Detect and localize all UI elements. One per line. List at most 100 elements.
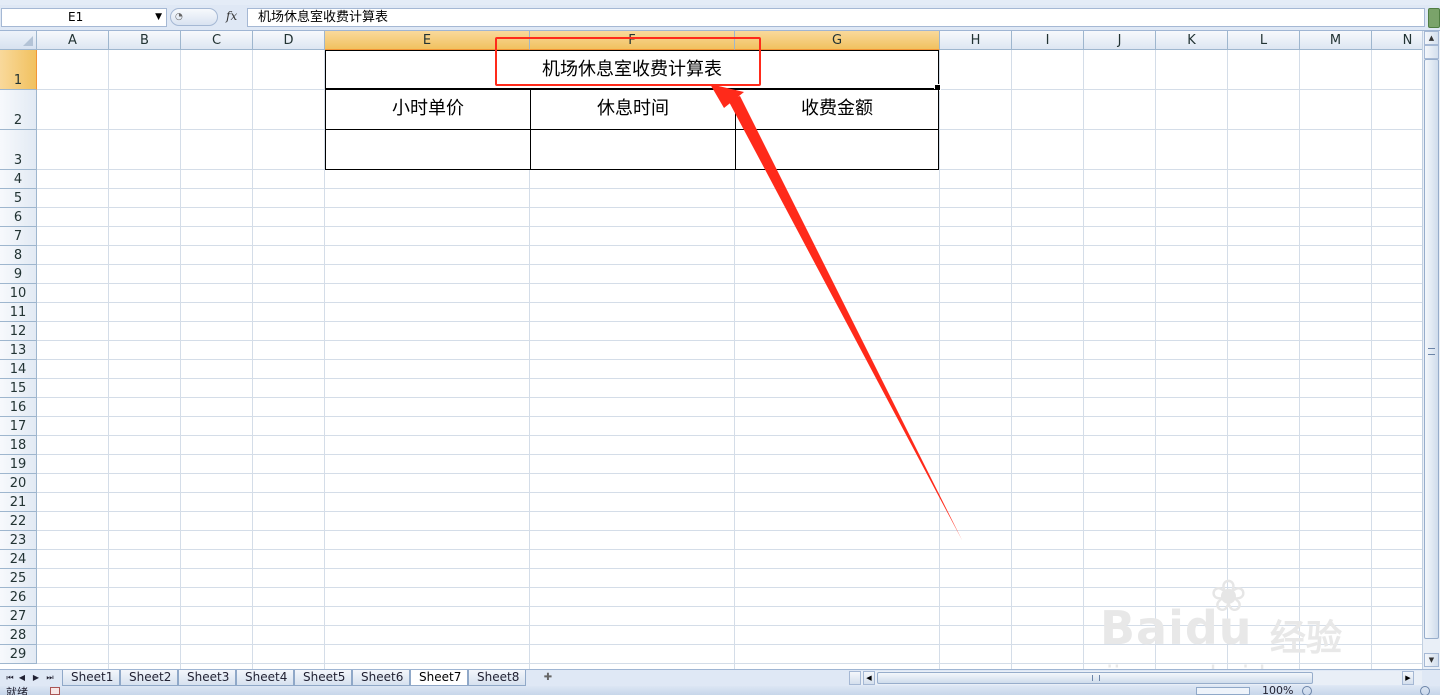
row-header-20[interactable]: 20 xyxy=(0,474,37,493)
header-cell-hourly-price[interactable]: 小时单价 xyxy=(325,89,531,130)
column-header-a[interactable]: A xyxy=(37,31,109,50)
sheet-tab-sheet2[interactable]: Sheet2 xyxy=(120,670,178,686)
column-header-c[interactable]: C xyxy=(181,31,253,50)
horizontal-scroll-thumb[interactable] xyxy=(877,672,1313,684)
row-header-27[interactable]: 27 xyxy=(0,607,37,626)
row-header-7[interactable]: 7 xyxy=(0,227,37,246)
row-header-1[interactable]: 1 xyxy=(0,50,37,90)
row-header-9[interactable]: 9 xyxy=(0,265,37,284)
watermark-cn: 经验 xyxy=(1270,618,1343,659)
vertical-scrollbar[interactable]: ▲ ▼ xyxy=(1422,31,1440,669)
row-header-22[interactable]: 22 xyxy=(0,512,37,531)
data-cell-g3[interactable] xyxy=(735,129,939,170)
row-number: 28 xyxy=(9,628,27,643)
grid-row-line xyxy=(37,397,1422,398)
tab-last-icon[interactable]: ⏭ xyxy=(44,671,56,685)
row-header-29[interactable]: 29 xyxy=(0,645,37,664)
row-header-23[interactable]: 23 xyxy=(0,531,37,550)
sheet-tab-sheet6[interactable]: Sheet6 xyxy=(352,670,410,686)
grip-icon xyxy=(1092,675,1100,681)
column-header-i[interactable]: I xyxy=(1012,31,1084,50)
expand-formula-icon[interactable]: ◔ xyxy=(170,8,218,26)
column-header-b[interactable]: B xyxy=(109,31,181,50)
row-header-12[interactable]: 12 xyxy=(0,322,37,341)
tab-first-icon[interactable]: ⏮ xyxy=(4,671,16,685)
macro-record-icon[interactable] xyxy=(50,687,60,695)
dropdown-arrow-icon[interactable]: ▼ xyxy=(155,9,162,26)
formula-input[interactable]: 机场休息室收费计算表 xyxy=(247,8,1425,27)
row-header-13[interactable]: 13 xyxy=(0,341,37,360)
scroll-down-icon[interactable]: ▼ xyxy=(1424,653,1439,667)
header-cell-fee-amount[interactable]: 收费金额 xyxy=(735,89,939,130)
grid-row-line xyxy=(37,549,1422,550)
row-number: 6 xyxy=(13,210,23,225)
row-header-16[interactable]: 16 xyxy=(0,398,37,417)
row-number: 15 xyxy=(9,381,27,396)
view-buttons[interactable] xyxy=(1196,687,1250,695)
vertical-scroll-thumb[interactable] xyxy=(1424,59,1439,639)
row-number: 13 xyxy=(9,343,27,358)
row-header-28[interactable]: 28 xyxy=(0,626,37,645)
row-header-11[interactable]: 11 xyxy=(0,303,37,322)
row-header-24[interactable]: 24 xyxy=(0,550,37,569)
split-bar-icon[interactable] xyxy=(849,671,861,685)
tab-next-icon[interactable]: ▶ xyxy=(30,671,42,685)
zoom-in-icon[interactable] xyxy=(1420,686,1430,695)
name-box[interactable]: E1 ▼ xyxy=(1,8,167,27)
row-header-17[interactable]: 17 xyxy=(0,417,37,436)
row-header-8[interactable]: 8 xyxy=(0,246,37,265)
row-number: 2 xyxy=(13,113,23,128)
formula-bar-expand-button[interactable] xyxy=(1428,8,1440,28)
column-header-d[interactable]: D xyxy=(253,31,325,50)
grid-row-line xyxy=(37,245,1422,246)
column-header-h[interactable]: H xyxy=(940,31,1012,50)
row-header-2[interactable]: 2 xyxy=(0,90,37,130)
grid-row-line xyxy=(37,321,1422,322)
column-header-n[interactable]: N xyxy=(1372,31,1422,50)
row-header-14[interactable]: 14 xyxy=(0,360,37,379)
grid-row-line xyxy=(37,530,1422,531)
data-cell-f3[interactable] xyxy=(530,129,736,170)
select-all-button[interactable] xyxy=(0,31,37,50)
new-sheet-icon[interactable]: ✚ xyxy=(535,671,561,685)
sheet-tab-sheet7[interactable]: Sheet7 xyxy=(410,670,468,686)
row-header-26[interactable]: 26 xyxy=(0,588,37,607)
grid-row-line xyxy=(37,207,1422,208)
column-header-m[interactable]: M xyxy=(1300,31,1372,50)
row-header-10[interactable]: 10 xyxy=(0,284,37,303)
row-header-18[interactable]: 18 xyxy=(0,436,37,455)
row-header-21[interactable]: 21 xyxy=(0,493,37,512)
header-cell-rest-time[interactable]: 休息时间 xyxy=(530,89,736,130)
row-header-4[interactable]: 4 xyxy=(0,170,37,189)
grid-row-line xyxy=(37,359,1422,360)
zoom-level[interactable]: 100% xyxy=(1262,686,1293,695)
sheet-tab-sheet4[interactable]: Sheet4 xyxy=(236,670,294,686)
scroll-up-icon[interactable]: ▲ xyxy=(1424,31,1439,45)
row-number: 22 xyxy=(9,514,27,529)
zoom-out-icon[interactable] xyxy=(1302,686,1312,695)
split-box-icon[interactable] xyxy=(1424,45,1439,59)
row-header-25[interactable]: 25 xyxy=(0,569,37,588)
scroll-left-icon[interactable]: ◀ xyxy=(863,671,875,685)
scroll-right-icon[interactable]: ▶ xyxy=(1402,671,1414,685)
row-header-6[interactable]: 6 xyxy=(0,208,37,227)
data-cell-e3[interactable] xyxy=(325,129,531,170)
sheet-tab-sheet8[interactable]: Sheet8 xyxy=(468,670,526,686)
row-header-19[interactable]: 19 xyxy=(0,455,37,474)
sheet-tab-sheet3[interactable]: Sheet3 xyxy=(178,670,236,686)
column-header-g[interactable]: G xyxy=(735,31,940,50)
row-header-5[interactable]: 5 xyxy=(0,189,37,208)
row-number: 20 xyxy=(9,476,27,491)
row-header-15[interactable]: 15 xyxy=(0,379,37,398)
row-header-3[interactable]: 3 xyxy=(0,130,37,170)
tab-prev-icon[interactable]: ◀ xyxy=(16,671,28,685)
column-header-j[interactable]: J xyxy=(1084,31,1156,50)
sheet-tab-sheet1[interactable]: Sheet1 xyxy=(62,670,120,686)
fx-icon[interactable]: fx xyxy=(226,9,237,23)
status-bar: 就绪 100% xyxy=(0,686,1440,695)
column-header-l[interactable]: L xyxy=(1228,31,1300,50)
horizontal-scrollbar[interactable]: ◀ ▶ xyxy=(849,671,1422,685)
sheet-tab-sheet5[interactable]: Sheet5 xyxy=(294,670,352,686)
worksheet-grid[interactable]: ABCDEFGHIJKLMN 1 2 3 4 5 6 7 8 9 10 11 12 13 14 15 16 17… xyxy=(0,31,1422,669)
column-header-k[interactable]: K xyxy=(1156,31,1228,50)
